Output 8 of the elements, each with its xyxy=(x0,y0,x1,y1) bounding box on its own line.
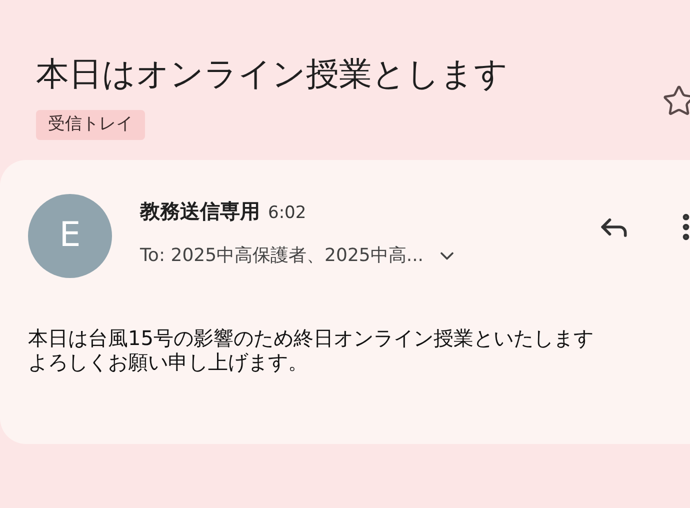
email-subject: 本日はオンライン授業とします xyxy=(36,53,508,95)
message-body-text: よろしくお願い申し上げます。 xyxy=(28,350,309,374)
inbox-label[interactable]: 受信トレイ xyxy=(36,110,145,140)
star-icon[interactable] xyxy=(662,84,690,118)
message-time: 6:02 xyxy=(268,202,306,224)
recipients-text: To: 2025中高保護者、2025中高... xyxy=(140,244,424,268)
message-body-text: 本日は台風15号の影響のため終日オンライン授業といたします xyxy=(28,326,594,350)
sender-name: 教務送信専用 xyxy=(140,198,260,224)
